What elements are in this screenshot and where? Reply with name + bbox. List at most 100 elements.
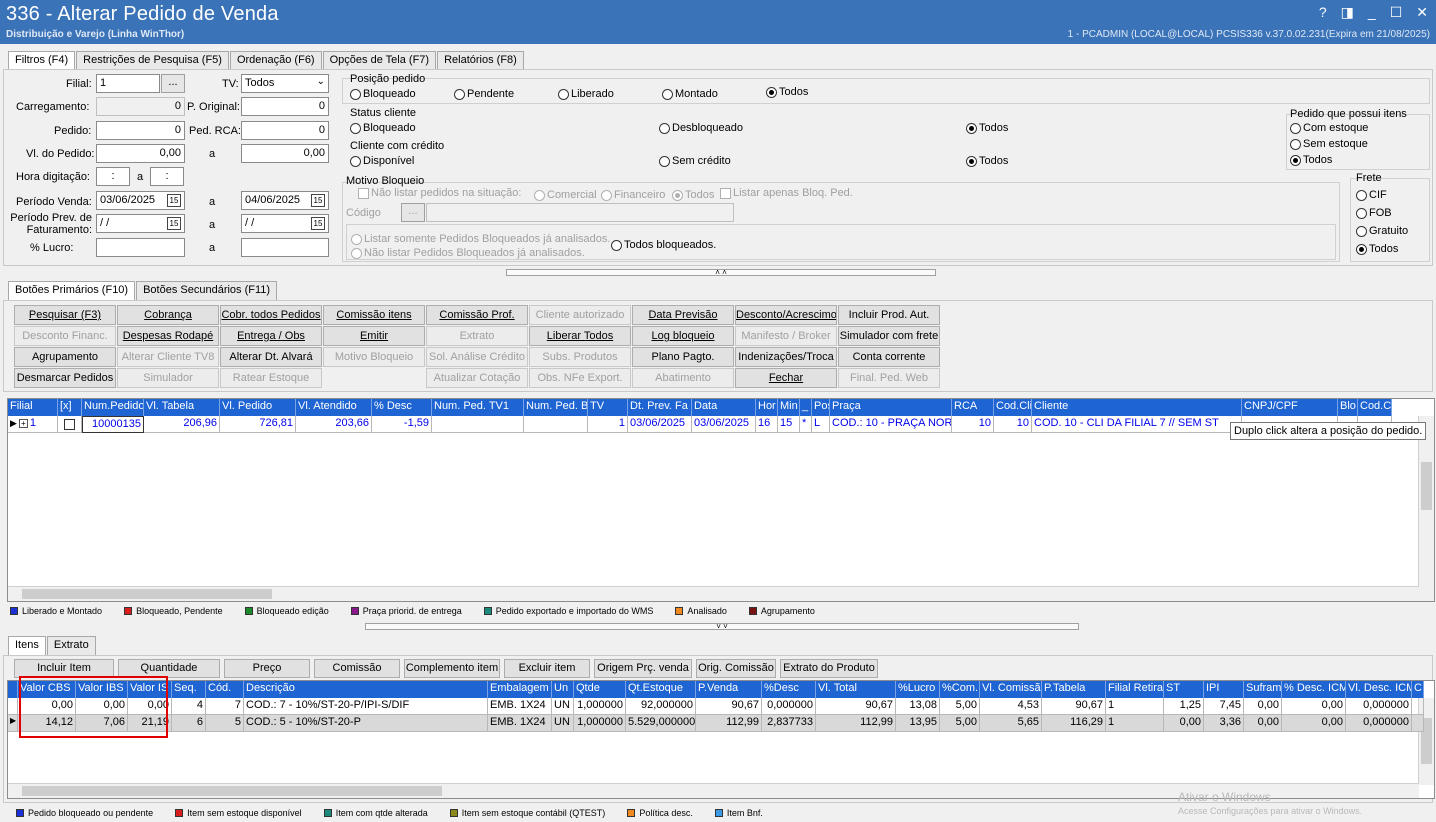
items-col-header[interactable]: Vl. Comissão bbox=[980, 681, 1042, 698]
items-col-header[interactable]: Cód. bbox=[206, 681, 244, 698]
vlpedido-to-input[interactable]: 0,00 bbox=[241, 144, 329, 163]
liberar-todos-button[interactable]: Liberar Todos bbox=[529, 326, 631, 346]
periodo-from-input[interactable]: 03/06/2025 15 bbox=[96, 191, 185, 210]
items-col-header[interactable]: P.Venda bbox=[696, 681, 762, 698]
complemento-item-button[interactable]: Complemento item bbox=[404, 659, 500, 678]
motivo-comercial-radio[interactable]: Comercial bbox=[534, 189, 597, 201]
nao-listar-checkbox[interactable]: Não listar pedidos na situação: bbox=[358, 187, 521, 199]
simulador-button[interactable]: Simulador bbox=[117, 368, 219, 388]
orders-cell[interactable]: 10000135 bbox=[82, 416, 144, 433]
orders-col-header[interactable]: [x] bbox=[58, 399, 82, 416]
tab-itens[interactable]: Itens bbox=[8, 636, 46, 656]
orders-col-header[interactable]: RCA bbox=[952, 399, 994, 416]
alterar-dt-alvara-button[interactable]: Alterar Dt. Alvará bbox=[220, 347, 322, 367]
table-row[interactable]: ▶ 14,12 7,06 21,19 6 5 COD.: 5 - 10%/ST-20-P EM… bbox=[8, 715, 1424, 732]
listar-apenas-checkbox[interactable]: Listar apenas Bloq. Ped. bbox=[720, 187, 853, 199]
items-col-header[interactable]: Qt.Estoque bbox=[626, 681, 696, 698]
items-col-header[interactable]: Filial Retira bbox=[1106, 681, 1164, 698]
origem-prc-venda-button[interactable]: Origem Prç. venda bbox=[594, 659, 692, 678]
calendar-icon[interactable]: 15 bbox=[167, 194, 181, 207]
tab-relatorios[interactable]: Relatórios (F8) bbox=[437, 51, 524, 70]
desconto-acrescimo-button[interactable]: Desconto/Acrescimo bbox=[735, 305, 837, 325]
orders-col-header[interactable]: _ bbox=[800, 399, 812, 416]
codigo-input[interactable] bbox=[426, 203, 734, 222]
items-col-header[interactable]: Embalagem bbox=[488, 681, 552, 698]
orders-col-header[interactable]: Data bbox=[692, 399, 756, 416]
lucro-to-input[interactable] bbox=[241, 238, 329, 257]
help-icon[interactable]: ? bbox=[1319, 4, 1327, 21]
motivo-financeiro-radio[interactable]: Financeiro bbox=[601, 189, 665, 201]
frete-todos-radio[interactable]: Todos bbox=[1356, 243, 1398, 255]
row-select-checkbox[interactable] bbox=[64, 419, 75, 430]
tab-ordenacao[interactable]: Ordenação (F6) bbox=[229, 51, 322, 70]
orig-comissao-button[interactable]: Orig. Comissão bbox=[696, 659, 776, 678]
motivo-bloqueio-button[interactable]: Motivo Bloqueio bbox=[323, 347, 425, 367]
tab-botoes-primarios[interactable]: Botões Primários (F10) bbox=[8, 281, 136, 301]
itens-todos-radio[interactable]: Todos bbox=[1290, 154, 1332, 166]
hora-from-input[interactable]: : bbox=[96, 167, 130, 186]
excluir-item-button[interactable]: Excluir item bbox=[504, 659, 590, 678]
maximize-icon[interactable]: ☐ bbox=[1390, 4, 1403, 21]
orders-col-header[interactable]: Num.Pedido bbox=[82, 399, 144, 416]
orders-hscroll[interactable] bbox=[8, 586, 1419, 601]
orders-col-header[interactable]: Pos bbox=[812, 399, 830, 416]
alterar-cliente-tv8-button[interactable]: Alterar Cliente TV8 bbox=[117, 347, 219, 367]
hora-to-input[interactable]: : bbox=[150, 167, 184, 186]
items-col-header[interactable]: Vl. Total bbox=[816, 681, 896, 698]
obs-nfe-export-button[interactable]: Obs. NFe Export. bbox=[529, 368, 631, 388]
comissao-prof-button[interactable]: Comissão Prof. bbox=[426, 305, 528, 325]
itens-com-estoque-radio[interactable]: Com estoque bbox=[1290, 122, 1368, 134]
grid-splitter[interactable]: ˅ ˅ bbox=[365, 623, 1079, 631]
orders-col-header[interactable]: CNPJ/CPF bbox=[1242, 399, 1338, 416]
listar-somente-radio[interactable]: Listar somente Pedidos Bloqueados já ana… bbox=[351, 233, 610, 245]
calendar-icon[interactable]: 15 bbox=[311, 194, 325, 207]
itens-sem-estoque-radio[interactable]: Sem estoque bbox=[1290, 138, 1368, 150]
orders-col-header[interactable]: Cod.Cli bbox=[994, 399, 1032, 416]
credito-disponivel-radio[interactable]: Disponível bbox=[350, 155, 414, 167]
credito-sem-credito-radio[interactable]: Sem crédito bbox=[659, 155, 731, 167]
comissao-button[interactable]: Comissão bbox=[314, 659, 400, 678]
restore-layout-icon[interactable]: ◨ bbox=[1341, 4, 1354, 21]
abatimento-button[interactable]: Abatimento bbox=[632, 368, 734, 388]
orders-col-header[interactable]: Min bbox=[778, 399, 800, 416]
orders-vscroll-thumb[interactable] bbox=[1421, 462, 1432, 510]
orders-vscroll[interactable] bbox=[1418, 416, 1434, 601]
incluir-prod-aut-button[interactable]: Incluir Prod. Aut. bbox=[838, 305, 940, 325]
items-col-header[interactable]: ST bbox=[1164, 681, 1204, 698]
agrupamento-button[interactable]: Agrupamento bbox=[14, 347, 116, 367]
calendar-icon[interactable]: 15 bbox=[167, 217, 181, 230]
cliente-autorizado-button[interactable]: Cliente autorizado bbox=[529, 305, 631, 325]
indenizacoes-troca-button[interactable]: Indenizações/Troca bbox=[735, 347, 837, 367]
conta-corrente-button[interactable]: Conta corrente bbox=[838, 347, 940, 367]
tab-extrato[interactable]: Extrato bbox=[46, 636, 96, 655]
items-hscroll-thumb[interactable] bbox=[22, 786, 442, 796]
pedrca-input[interactable]: 0 bbox=[241, 121, 329, 140]
orders-col-header[interactable]: Vl. Pedido bbox=[220, 399, 296, 416]
posicao-bloqueado-radio[interactable]: Bloqueado bbox=[350, 88, 416, 100]
tab-opcoes-tela[interactable]: Opções de Tela (F7) bbox=[322, 51, 437, 70]
status-bloqueado-radio[interactable]: Bloqueado bbox=[350, 122, 416, 134]
tab-restricoes[interactable]: Restrições de Pesquisa (F5) bbox=[76, 51, 229, 70]
orders-col-header[interactable]: Vl. Atendido bbox=[296, 399, 372, 416]
orders-col-header[interactable]: Vl. Tabela bbox=[144, 399, 220, 416]
orders-col-header[interactable]: Praça bbox=[830, 399, 952, 416]
panel-splitter[interactable]: ˄ ˄ bbox=[506, 269, 936, 277]
emitir-button[interactable]: Emitir bbox=[323, 326, 425, 346]
cobranca-button[interactable]: Cobrança bbox=[117, 305, 219, 325]
items-col-header[interactable]: Un bbox=[552, 681, 574, 698]
status-desbloqueado-radio[interactable]: Desbloqueado bbox=[659, 122, 743, 134]
orders-col-header[interactable]: Hor bbox=[756, 399, 778, 416]
items-col-header[interactable]: IPI bbox=[1204, 681, 1244, 698]
items-col-header[interactable]: Sufram bbox=[1244, 681, 1282, 698]
chevron-up-icon[interactable]: ˄ bbox=[1426, 683, 1431, 693]
despesas-rodape-button[interactable]: Despesas Rodapé bbox=[117, 326, 219, 346]
posicao-montado-radio[interactable]: Montado bbox=[662, 88, 718, 100]
tab-filtros[interactable]: Filtros (F4) bbox=[8, 51, 76, 71]
nao-listar-bloq-radio[interactable]: Não listar Pedidos Bloqueados já analisa… bbox=[351, 247, 585, 259]
simulador-com-frete-button[interactable]: Simulador com frete bbox=[838, 326, 940, 346]
sol-analise-credito-button[interactable]: Sol. Análise Crédito bbox=[426, 347, 528, 367]
items-col-header[interactable]: %Lucro bbox=[896, 681, 940, 698]
frete-gratuito-radio[interactable]: Gratuito bbox=[1356, 225, 1408, 237]
orders-col-header[interactable]: Num. Ped. TV1 bbox=[432, 399, 524, 416]
items-col-header[interactable]: P.Tabela bbox=[1042, 681, 1106, 698]
